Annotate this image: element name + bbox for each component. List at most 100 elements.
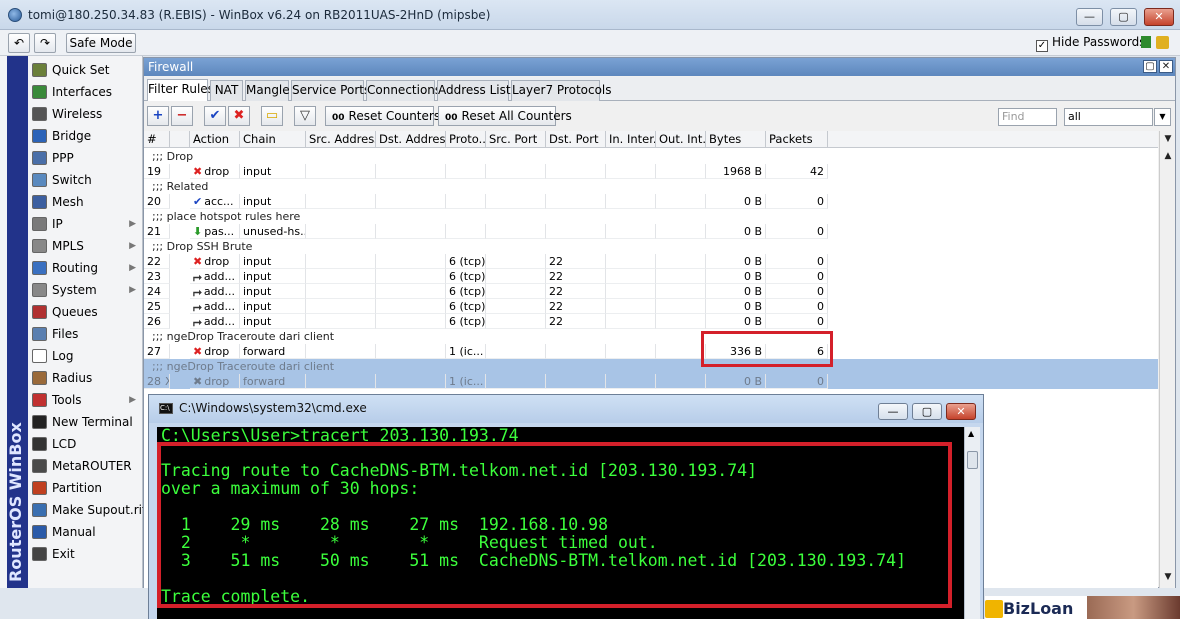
rule-dst-port [546, 164, 606, 179]
column-header[interactable]: Bytes [706, 131, 766, 148]
comment-row[interactable]: ;;; Drop [144, 149, 829, 164]
column-header[interactable]: Packets [766, 131, 828, 148]
ad-banner[interactable]: BizLoan [985, 596, 1180, 619]
find-input[interactable]: Find [998, 108, 1057, 126]
column-header[interactable]: Chain [240, 131, 306, 148]
tab-service-ports[interactable]: Service Ports [291, 80, 370, 101]
comment-row[interactable]: ;;; place hotspot rules here [144, 209, 829, 224]
table-row[interactable]: 22 ✖ drop input 6 (tcp) 22 0 B0 [144, 254, 829, 269]
tab-address-lists[interactable]: Address Lists [437, 80, 517, 101]
sidebar-item-tools[interactable]: Tools ▶ [29, 389, 142, 411]
filter-select[interactable]: all [1064, 108, 1153, 126]
sidebar-item-system[interactable]: System ▶ [29, 279, 142, 301]
sidebar-item-radius[interactable]: Radius [29, 367, 142, 389]
rule-src-address [306, 269, 376, 284]
sidebar-item-routing[interactable]: Routing ▶ [29, 257, 142, 279]
table-row[interactable]: 26 ⮣ add... input 6 (tcp) 22 0 B0 [144, 314, 829, 329]
column-header[interactable]: Src. Port [486, 131, 546, 148]
scroll-menu-icon[interactable]: ▼ [1162, 134, 1174, 148]
comment-icon[interactable]: ▭ [261, 106, 283, 126]
sidebar-item-label: Bridge [52, 129, 92, 143]
rule-in-interface [606, 254, 656, 269]
rule-dst-port: 22 [546, 314, 606, 329]
sidebar-item-ppp[interactable]: PPP [29, 147, 142, 169]
column-header[interactable]: Out. Int... [656, 131, 706, 148]
comment-row[interactable]: ;;; Related [144, 179, 829, 194]
close-button[interactable]: ✕ [1144, 8, 1174, 26]
scroll-up-icon[interactable]: ▲ [968, 429, 974, 438]
table-row[interactable]: 21 ⬇ pas... unused-hs... 0 B0 [144, 224, 829, 239]
table-row[interactable]: 28X✖dropforward1 (ic...0 B0 [144, 374, 1158, 389]
cmd-close-button[interactable]: ✕ [946, 403, 976, 420]
table-row[interactable]: 25 ⮣ add... input 6 (tcp) 22 0 B0 [144, 299, 829, 314]
enable-icon[interactable]: ✔ [204, 106, 226, 126]
minimize-button[interactable]: — [1076, 8, 1103, 26]
redo-icon[interactable]: ↷ [34, 33, 56, 53]
sidebar-item-partition[interactable]: Partition [29, 477, 142, 499]
column-header[interactable]: Dst. Port [546, 131, 606, 148]
rule-number-text: 28 [147, 375, 161, 388]
close-icon[interactable]: ✕ [1159, 60, 1173, 73]
sidebar-item-queues[interactable]: Queues [29, 301, 142, 323]
add-icon[interactable]: + [147, 106, 169, 126]
scroll-down-icon[interactable]: ▼ [1162, 572, 1174, 586]
cmd-maximize-button[interactable]: ▢ [912, 403, 942, 420]
sidebar-item-manual[interactable]: Manual [29, 521, 142, 543]
checkbox-checked-icon[interactable]: ✓ [1036, 40, 1048, 52]
sidebar-item-switch[interactable]: Switch [29, 169, 142, 191]
sidebar-item-quick-set[interactable]: Quick Set [29, 59, 142, 81]
table-row[interactable]: 24 ⮣ add... input 6 (tcp) 22 0 B0 [144, 284, 829, 299]
sidebar-item-new-terminal[interactable]: New Terminal [29, 411, 142, 433]
sidebar-item-mesh[interactable]: Mesh [29, 191, 142, 213]
column-header[interactable]: # [144, 131, 170, 148]
tab-nat[interactable]: NAT [210, 80, 243, 101]
disable-icon[interactable]: ✖ [228, 106, 250, 126]
sidebar-item-exit[interactable]: Exit [29, 543, 142, 565]
safe-mode-button[interactable]: Safe Mode [66, 33, 136, 53]
sidebar-item-metarouter[interactable]: MetaROUTER [29, 455, 142, 477]
sidebar-item-wireless[interactable]: Wireless [29, 103, 142, 125]
column-header[interactable]: Action [190, 131, 240, 148]
remove-icon[interactable]: − [171, 106, 193, 126]
column-header[interactable]: Proto... [446, 131, 486, 148]
tab-connections[interactable]: Connections [366, 80, 441, 101]
sidebar-item-bridge[interactable]: Bridge [29, 125, 142, 147]
scroll-up-icon[interactable]: ▲ [1162, 151, 1174, 165]
undo-icon[interactable]: ↶ [8, 33, 30, 53]
sidebar-item-files[interactable]: Files [29, 323, 142, 345]
cmd-scrollbar[interactable]: ▲ [964, 427, 980, 619]
reset-counters-button[interactable]: 00 Reset Counters [325, 106, 440, 126]
hide-passwords-checkbox[interactable]: ✓ Hide Passwords [1036, 35, 1145, 52]
rule-chain: input [240, 314, 306, 329]
tab-filter-rules[interactable]: Filter Rules [147, 79, 214, 101]
tab-mangle[interactable]: Mangle [245, 80, 290, 101]
column-header[interactable]: Dst. Address [376, 131, 446, 148]
sidebar-item-make-supout-rif[interactable]: Make Supout.rif [29, 499, 146, 521]
reset-all-counters-button[interactable]: 00 Reset All Counters [438, 106, 572, 126]
scroll-thumb[interactable] [967, 451, 978, 469]
table-row[interactable]: 19 ✖ drop input 1968 B 42 [144, 164, 829, 179]
table-scrollbar[interactable]: ▼ ▲ ▼ [1159, 131, 1175, 588]
table-row[interactable]: 23 ⮣ add... input 6 (tcp) 22 0 B0 [144, 269, 829, 284]
firewall-title: Firewall [148, 60, 194, 74]
column-header[interactable]: Src. Address [306, 131, 376, 148]
sidebar-item-ip[interactable]: IP ▶ [29, 213, 142, 235]
filter-icon[interactable]: ▽ [294, 106, 316, 126]
sidebar-item-mpls[interactable]: MPLS ▶ [29, 235, 142, 257]
sidebar-item-label: Radius [52, 371, 93, 385]
comment-row[interactable]: ;;; ngeDrop Traceroute dari client [144, 359, 1158, 374]
restore-icon[interactable]: ▢ [1143, 60, 1157, 73]
sidebar-item-lcd[interactable]: LCD [29, 433, 142, 455]
tab-layer7-protocols[interactable]: Layer7 Protocols [511, 80, 612, 101]
maximize-button[interactable]: ▢ [1110, 8, 1137, 26]
cmd-minimize-button[interactable]: — [878, 403, 908, 420]
column-header[interactable] [170, 131, 190, 148]
chevron-down-icon[interactable]: ▼ [1154, 108, 1171, 126]
sidebar-item-log[interactable]: Log [29, 345, 142, 367]
rule-number-text: 25 [147, 300, 161, 313]
table-row[interactable]: 20 ✔ acc... input 0 B0 [144, 194, 829, 209]
comment-row[interactable]: ;;; Drop SSH Brute [144, 239, 829, 254]
sidebar-item-interfaces[interactable]: Interfaces [29, 81, 142, 103]
mpls-icon [32, 239, 47, 253]
column-header[interactable]: In. Inter... [606, 131, 656, 148]
